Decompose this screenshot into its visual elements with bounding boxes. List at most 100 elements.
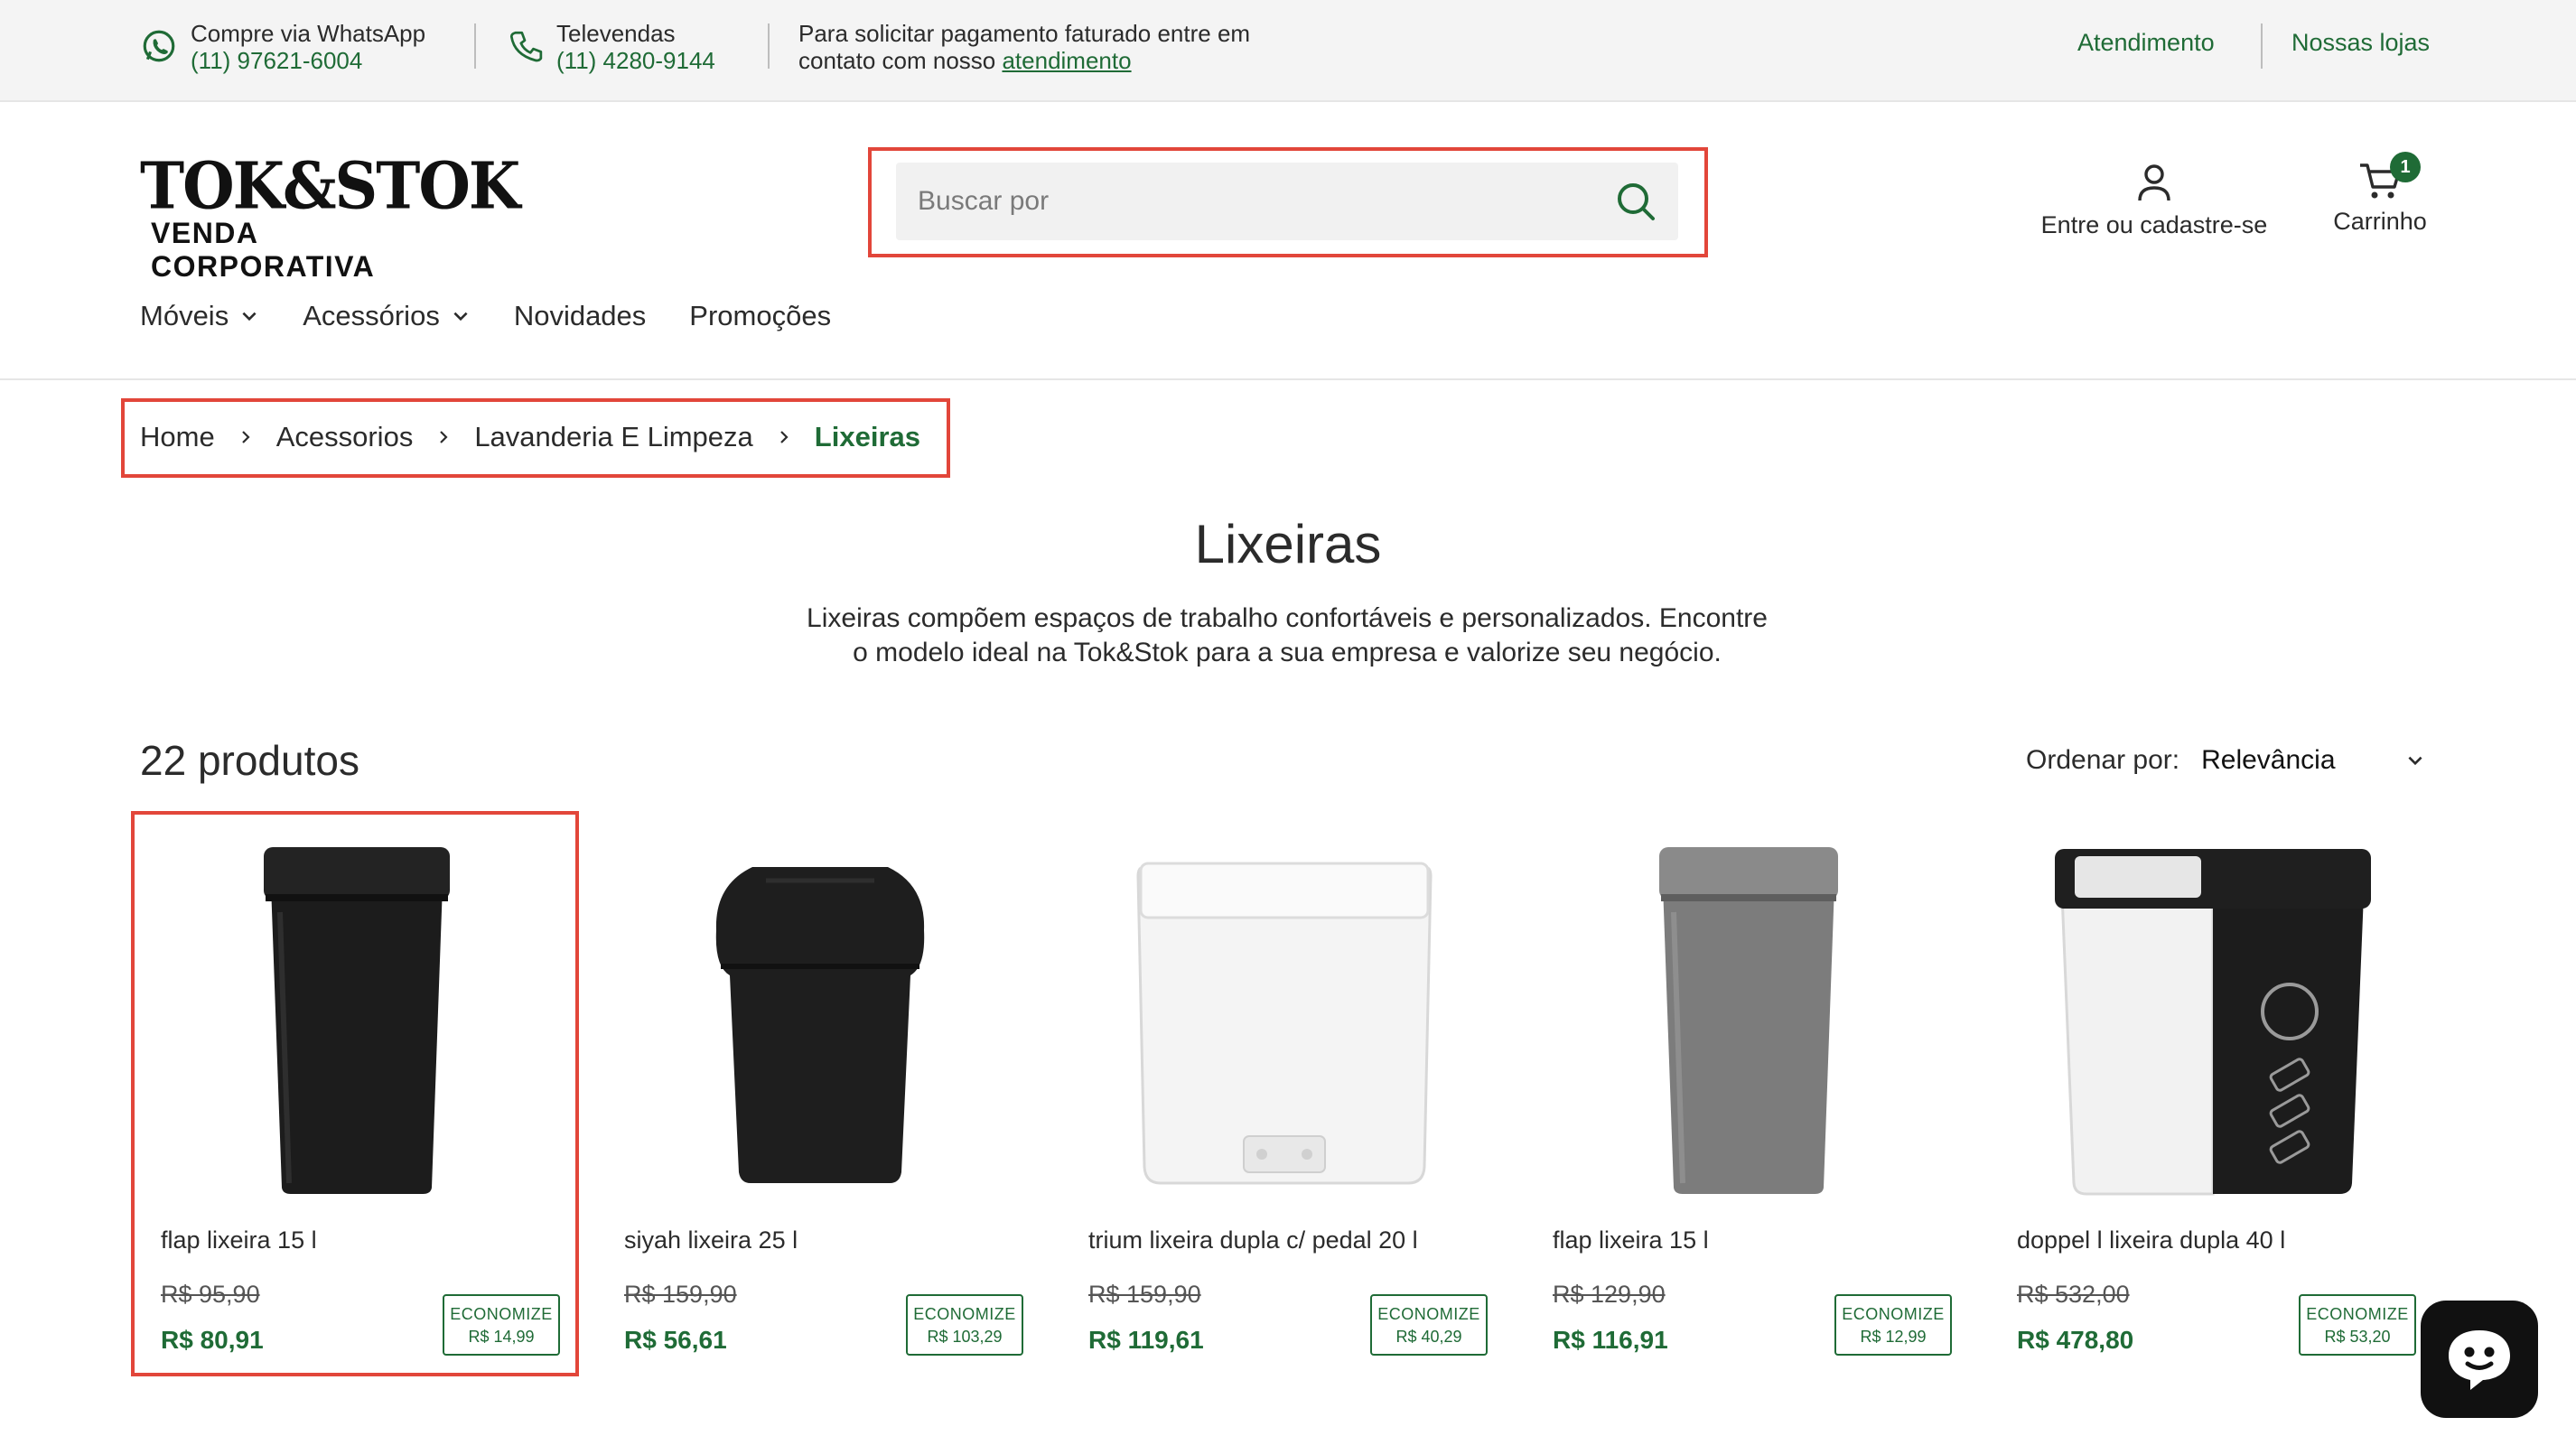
savings-label: ECONOMIZE — [913, 1305, 1016, 1323]
savings-badge: ECONOMIZE R$ 14,99 — [443, 1294, 560, 1356]
search-input[interactable] — [896, 163, 1582, 240]
trash-bin-swing-black-image — [715, 867, 925, 1183]
nav-item-promocoes[interactable]: Promoções — [689, 300, 831, 332]
savings-value: R$ 53,20 — [2324, 1328, 2391, 1346]
logo-sub-text: VENDA CORPORATIVA — [151, 217, 376, 283]
televendas-contact[interactable]: Televendas (11) 4280-9144 — [506, 20, 715, 74]
product-price: R$ 116,91 — [1553, 1326, 1668, 1354]
savings-value: R$ 14,99 — [468, 1328, 535, 1346]
product-name[interactable]: siyah lixeira 25 l — [624, 1226, 798, 1254]
sort-label: Ordenar por: — [2026, 745, 2180, 775]
trash-bin-double-image — [2055, 849, 2371, 1196]
breadcrumb: Home Acessorios Lavanderia E Limpeza Lix… — [140, 421, 920, 453]
trash-bin-gray-image — [1659, 847, 1838, 1194]
trash-bin-black-image — [264, 847, 450, 1194]
billing-info: Para solicitar pagamento faturado entre … — [798, 20, 1250, 74]
product-old-price: R$ 129,90 — [1553, 1281, 1666, 1308]
phone-icon — [509, 31, 543, 62]
sort-value[interactable]: Relevância — [2201, 745, 2382, 776]
page-description: Lixeiras compõem espaços de trabalho con… — [741, 601, 1834, 670]
atendimento-link[interactable]: atendimento — [1002, 47, 1131, 74]
product-image[interactable] — [2001, 831, 2425, 1201]
whatsapp-number[interactable]: (11) 97621-6004 — [191, 47, 425, 74]
nav-item-moveis[interactable]: Móveis — [140, 300, 259, 332]
savings-value: R$ 12,99 — [1860, 1328, 1927, 1346]
main-nav: Móveis Acessórios Novidades Promoções — [140, 300, 874, 332]
savings-badge: ECONOMIZE R$ 12,99 — [1834, 1294, 1952, 1356]
page-title: Lixeiras — [1194, 514, 1382, 574]
chat-button[interactable] — [2421, 1301, 2538, 1418]
savings-value: R$ 40,29 — [1395, 1328, 1462, 1346]
divider — [768, 23, 770, 69]
cart-count-badge: 1 — [2390, 152, 2421, 182]
televendas-label: Televendas — [556, 20, 676, 47]
product-card[interactable]: flap lixeira 15 l R$ 95,90 R$ 80,91 ECON… — [145, 831, 569, 1364]
chevron-right-icon — [775, 428, 793, 446]
product-price: R$ 56,61 — [624, 1326, 727, 1354]
product-image[interactable] — [608, 831, 1032, 1201]
nossas-lojas-link[interactable]: Nossas lojas — [2291, 29, 2430, 57]
breadcrumb-home[interactable]: Home — [140, 421, 215, 453]
product-price: R$ 478,80 — [2017, 1326, 2134, 1354]
nav-item-label: Novidades — [513, 300, 647, 331]
product-name[interactable]: flap lixeira 15 l — [1553, 1226, 1709, 1254]
logo-main-text: TOK&STOK — [140, 147, 520, 224]
savings-badge: ECONOMIZE R$ 103,29 — [906, 1294, 1023, 1356]
nav-item-label: Móveis — [140, 300, 229, 331]
chevron-down-icon — [453, 312, 468, 322]
product-name[interactable]: flap lixeira 15 l — [161, 1226, 317, 1254]
divider — [474, 23, 476, 69]
savings-badge: ECONOMIZE R$ 40,29 — [1370, 1294, 1488, 1356]
top-utility-bar: Compre via WhatsApp (11) 97621-6004 Tele… — [0, 0, 2576, 102]
product-card[interactable]: trium lixeira dupla c/ pedal 20 l R$ 159… — [1072, 831, 1497, 1364]
billing-info-line2: contato com nosso — [798, 47, 1003, 74]
account-button[interactable]: Entre ou cadastre-se — [2023, 161, 2285, 239]
savings-badge: ECONOMIZE R$ 53,20 — [2299, 1294, 2416, 1356]
chat-bubble-icon — [2449, 1330, 2510, 1390]
savings-label: ECONOMIZE — [2306, 1305, 2409, 1323]
savings-label: ECONOMIZE — [1377, 1305, 1480, 1323]
product-card[interactable]: flap lixeira 15 l R$ 129,90 R$ 116,91 EC… — [1536, 831, 1961, 1364]
search-icon[interactable] — [1613, 179, 1658, 224]
page-description-line2: o modelo ideal na Tok&Stok para a sua em… — [853, 638, 1722, 667]
account-label: Entre ou cadastre-se — [2040, 211, 2268, 238]
logo[interactable]: TOK&STOK VENDA CORPORATIVA — [140, 147, 520, 283]
product-image[interactable] — [1072, 831, 1497, 1201]
nav-item-acessorios[interactable]: Acessórios — [303, 300, 471, 332]
cart-label: Carrinho — [2333, 208, 2427, 235]
product-count: 22 produtos — [140, 737, 359, 784]
nav-item-label: Acessórios — [303, 300, 440, 331]
product-price: R$ 80,91 — [161, 1326, 264, 1354]
product-price: R$ 119,61 — [1088, 1326, 1204, 1354]
atendimento-top-link[interactable]: Atendimento — [2077, 29, 2215, 57]
page-description-line1: Lixeiras compõem espaços de trabalho con… — [807, 603, 1768, 633]
whatsapp-contact[interactable]: Compre via WhatsApp (11) 97621-6004 — [140, 20, 425, 74]
search-bar — [896, 163, 1678, 240]
savings-value: R$ 103,29 — [927, 1328, 1003, 1346]
savings-label: ECONOMIZE — [1842, 1305, 1945, 1323]
televendas-number[interactable]: (11) 4280-9144 — [556, 47, 715, 74]
cart-button[interactable]: 1 Carrinho — [2321, 152, 2439, 236]
product-image[interactable] — [1536, 831, 1961, 1201]
breadcrumb-acessorios[interactable]: Acessorios — [276, 421, 414, 453]
product-name[interactable]: doppel l lixeira dupla 40 l — [2017, 1226, 2285, 1254]
chevron-right-icon — [237, 428, 255, 446]
product-old-price: R$ 159,90 — [1088, 1281, 1201, 1308]
product-card[interactable]: doppel l lixeira dupla 40 l R$ 532,00 R$… — [2001, 831, 2425, 1364]
sort-dropdown[interactable]: Ordenar por: Relevância — [2026, 745, 2425, 776]
product-image[interactable] — [145, 831, 569, 1201]
product-old-price: R$ 95,90 — [161, 1281, 260, 1308]
breadcrumb-lavanderia[interactable]: Lavanderia E Limpeza — [474, 421, 752, 453]
header-divider — [0, 378, 2576, 380]
chevron-down-icon — [242, 312, 257, 322]
savings-label: ECONOMIZE — [450, 1305, 553, 1323]
billing-info-line1: Para solicitar pagamento faturado entre … — [798, 20, 1251, 47]
user-icon — [2138, 164, 2170, 201]
breadcrumb-current: Lixeiras — [814, 421, 920, 452]
product-old-price: R$ 159,90 — [624, 1281, 737, 1308]
product-name[interactable]: trium lixeira dupla c/ pedal 20 l — [1088, 1226, 1418, 1254]
divider — [2261, 23, 2263, 69]
whatsapp-icon — [143, 30, 175, 62]
nav-item-novidades[interactable]: Novidades — [514, 300, 646, 332]
product-card[interactable]: siyah lixeira 25 l R$ 159,90 R$ 56,61 EC… — [608, 831, 1032, 1364]
